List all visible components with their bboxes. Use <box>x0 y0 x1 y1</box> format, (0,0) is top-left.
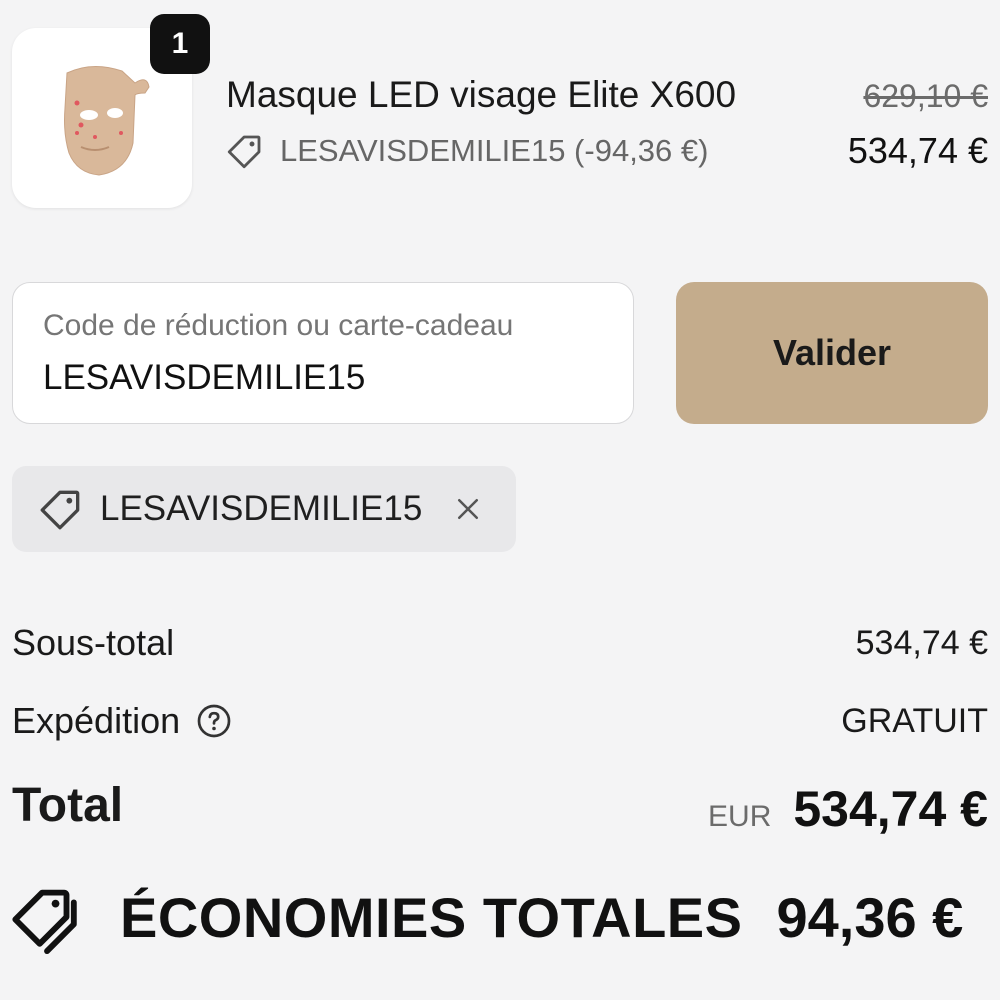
product-discount-code: LESAVISDEMILIE15 (-94,36 €) <box>280 133 709 168</box>
subtotal-value: 534,74 € <box>855 624 988 662</box>
tag-icon <box>227 135 261 169</box>
total-currency: EUR <box>708 800 772 833</box>
shipping-value: GRATUIT <box>841 702 988 740</box>
discount-code-label: Code de réduction ou carte-cadeau <box>43 309 514 342</box>
total-label: Total <box>12 779 124 832</box>
savings-label: ÉCONOMIES TOTALES <box>120 885 743 949</box>
total-value-group: EUR 534,74 € <box>708 780 988 838</box>
savings-amount: 94,36 € <box>776 885 964 949</box>
total-savings: ÉCONOMIES TOTALES 94,36 € <box>8 878 963 956</box>
close-icon <box>458 499 479 519</box>
subtotal-label: Sous-total <box>12 622 175 663</box>
applied-discount-chip: LESAVISDEMILIE15 <box>12 466 516 552</box>
question-circle-icon[interactable] <box>196 703 232 739</box>
shipping-label: Expédition <box>12 700 181 741</box>
product-discount-line: LESAVISDEMILIE15 (-94,36 €) <box>224 130 708 172</box>
checkout-order-summary: 1 Masque LED visage Elite X600 LESAVISDE… <box>0 0 1000 1000</box>
price-current: 534,74 € <box>847 130 988 171</box>
applied-discount-code: LESAVISDEMILIE15 <box>100 489 423 528</box>
discount-code-input[interactable] <box>43 355 603 401</box>
remove-discount-button[interactable] <box>450 491 486 527</box>
tags-icon <box>12 889 77 955</box>
discount-code-field[interactable]: Code de réduction ou carte-cadeau <box>12 282 634 424</box>
quantity-badge: 1 <box>150 14 210 74</box>
shipping-row-label: Expédition <box>12 700 232 742</box>
tag-icon <box>40 490 80 530</box>
product-name: Masque LED visage Elite X600 <box>226 74 737 115</box>
apply-discount-button[interactable]: Valider <box>676 282 988 424</box>
price-original: 629,10 € <box>863 78 988 114</box>
led-face-mask-image <box>64 66 150 176</box>
total-amount: 534,74 € <box>793 781 988 837</box>
